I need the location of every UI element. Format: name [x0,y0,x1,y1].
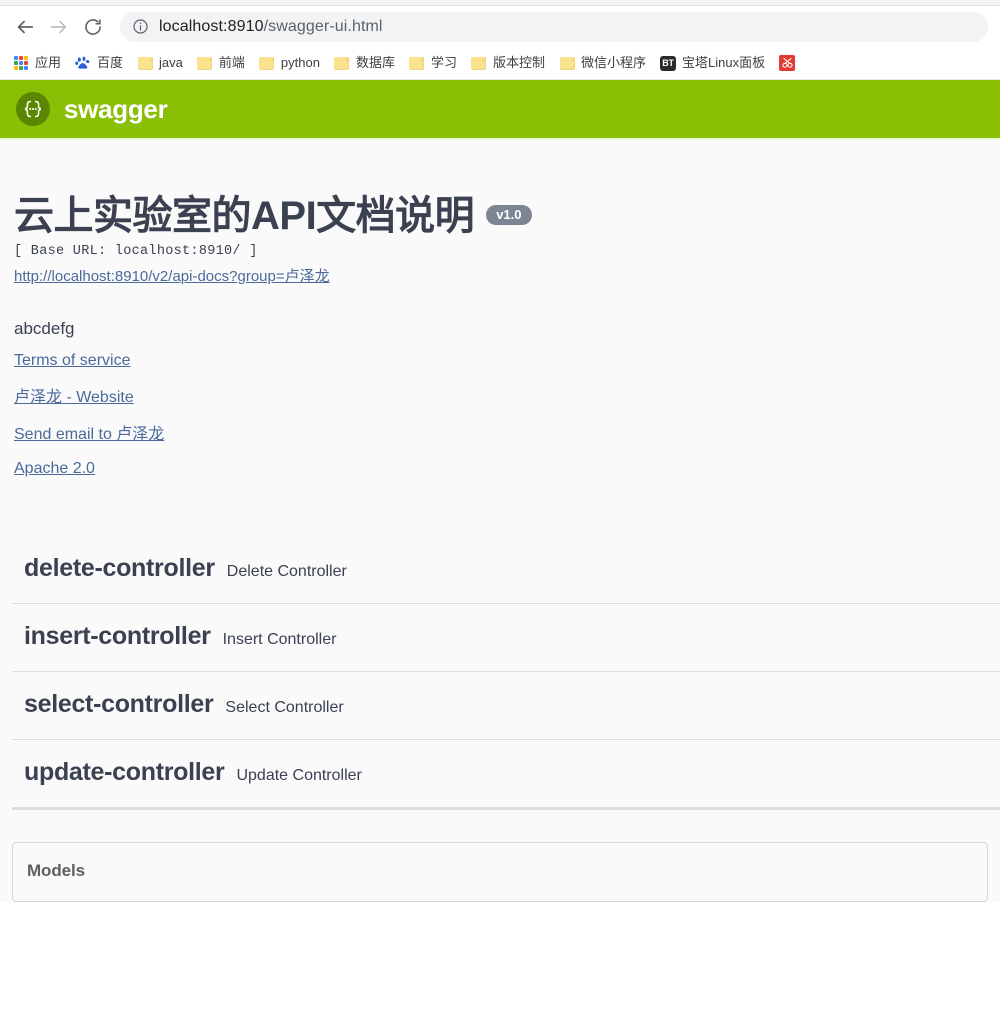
tag-name[interactable]: update-controller [24,758,225,787]
tag-sections: delete-controller Delete Controller inse… [0,540,1000,811]
bookmark-label: 学习 [430,55,457,70]
bookmark-baidu[interactable]: 百度 [68,50,130,76]
author-email-link[interactable]: Send email to 卢泽龙 [14,420,164,444]
address-bar-url[interactable]: localhost:8910/swagger-ui.html [159,18,383,36]
api-info-block: 云上实验室的API文档说明 v1.0 [ Base URL: localhost… [0,140,1000,478]
tag-name[interactable]: select-controller [24,690,214,719]
bookmark-label: 宝塔Linux面板 [682,55,766,70]
bookmark-wechat-miniprogram[interactable]: 微信小程序 [552,50,653,76]
tag-description: Delete Controller [226,563,347,581]
bookmark-label: python [280,55,320,70]
folder-icon [559,55,575,71]
bookmark-study[interactable]: 学习 [402,50,464,76]
forward-button[interactable] [42,10,76,44]
baidu-paw-icon [75,55,91,71]
license-link[interactable]: Apache 2.0 [14,460,95,478]
bookmark-database[interactable]: 数据库 [327,50,402,76]
swagger-wordmark: swagger [64,93,168,124]
tag-description: Insert Controller [222,631,337,649]
tag-row-delete-controller[interactable]: delete-controller Delete Controller [12,540,1000,605]
bookmarks-bar: 应用 百度 java 前端 python 数据库 学习 版本控制 微信小程序 B… [0,47,1000,80]
bookmark-label: 百度 [97,55,124,70]
folder-icon [334,55,350,71]
bookmark-label: 数据库 [355,55,395,70]
author-website-link[interactable]: 卢泽龙 - Website [14,383,134,407]
api-docs-link[interactable]: http://localhost:8910/v2/api-docs?group=… [14,265,330,286]
bookmark-label: 前端 [218,55,245,70]
models-section[interactable]: Models [12,842,988,903]
bookmark-version-control[interactable]: 版本控制 [464,50,552,76]
bookmark-label: java [159,55,183,70]
tag-name[interactable]: delete-controller [24,554,215,583]
apps-grid-icon [13,55,29,71]
folder-icon [409,55,425,71]
version-badge: v1.0 [486,205,532,225]
terms-of-service-link[interactable]: Terms of service [14,352,130,370]
folder-icon [471,55,487,71]
address-bar[interactable]: localhost:8910/swagger-ui.html [120,11,988,42]
bookmark-label: 版本控制 [492,55,545,70]
bookmark-label: 应用 [35,55,62,70]
tag-description: Update Controller [236,767,362,785]
browser-toolbar: localhost:8910/swagger-ui.html [0,6,1000,47]
bt-panel-icon: BT [660,55,677,71]
forward-arrow-icon [48,16,70,38]
models-title[interactable]: Models [27,861,85,880]
bookmark-frontend[interactable]: 前端 [190,50,252,76]
folder-icon [197,55,213,71]
red-square-icon [779,55,796,71]
swagger-topbar: swagger [0,80,1000,140]
browser-chrome: localhost:8910/swagger-ui.html 应用 百度 jav… [0,0,1000,80]
bookmark-last[interactable] [772,50,808,76]
tag-row-select-controller[interactable]: select-controller Select Controller [12,672,1000,741]
bookmark-apps[interactable]: 应用 [6,50,68,76]
tag-name[interactable]: insert-controller [24,622,211,651]
bookmark-python[interactable]: python [252,50,327,76]
tag-description: Select Controller [225,699,344,717]
info-circle-icon[interactable] [132,18,149,35]
back-arrow-icon [14,16,36,38]
reload-button[interactable] [76,10,110,44]
folder-icon [259,55,275,71]
folder-icon [137,55,153,71]
swagger-ui-page: swagger 云上实验室的API文档说明 v1.0 [ Base URL: l… [0,80,1000,903]
tag-row-update-controller[interactable]: update-controller Update Controller [12,740,1000,811]
api-description: abcdefg [14,319,75,338]
base-url-text: [ Base URL: localhost:8910/ ] [14,244,258,259]
reload-icon [83,17,103,37]
bookmark-bt-panel[interactable]: BT 宝塔Linux面板 [653,50,772,76]
url-host: localhost:8910 [159,17,264,35]
page-title: 云上实验室的API文档说明 [14,194,475,238]
tag-row-insert-controller[interactable]: insert-controller Insert Controller [12,604,1000,673]
api-title-row: 云上实验室的API文档说明 v1.0 [14,195,986,237]
bookmark-label: 微信小程序 [581,55,647,70]
back-button[interactable] [8,10,42,44]
url-path: /swagger-ui.html [263,17,383,35]
bookmark-java[interactable]: java [130,50,190,76]
swagger-braces-icon[interactable] [16,92,50,126]
